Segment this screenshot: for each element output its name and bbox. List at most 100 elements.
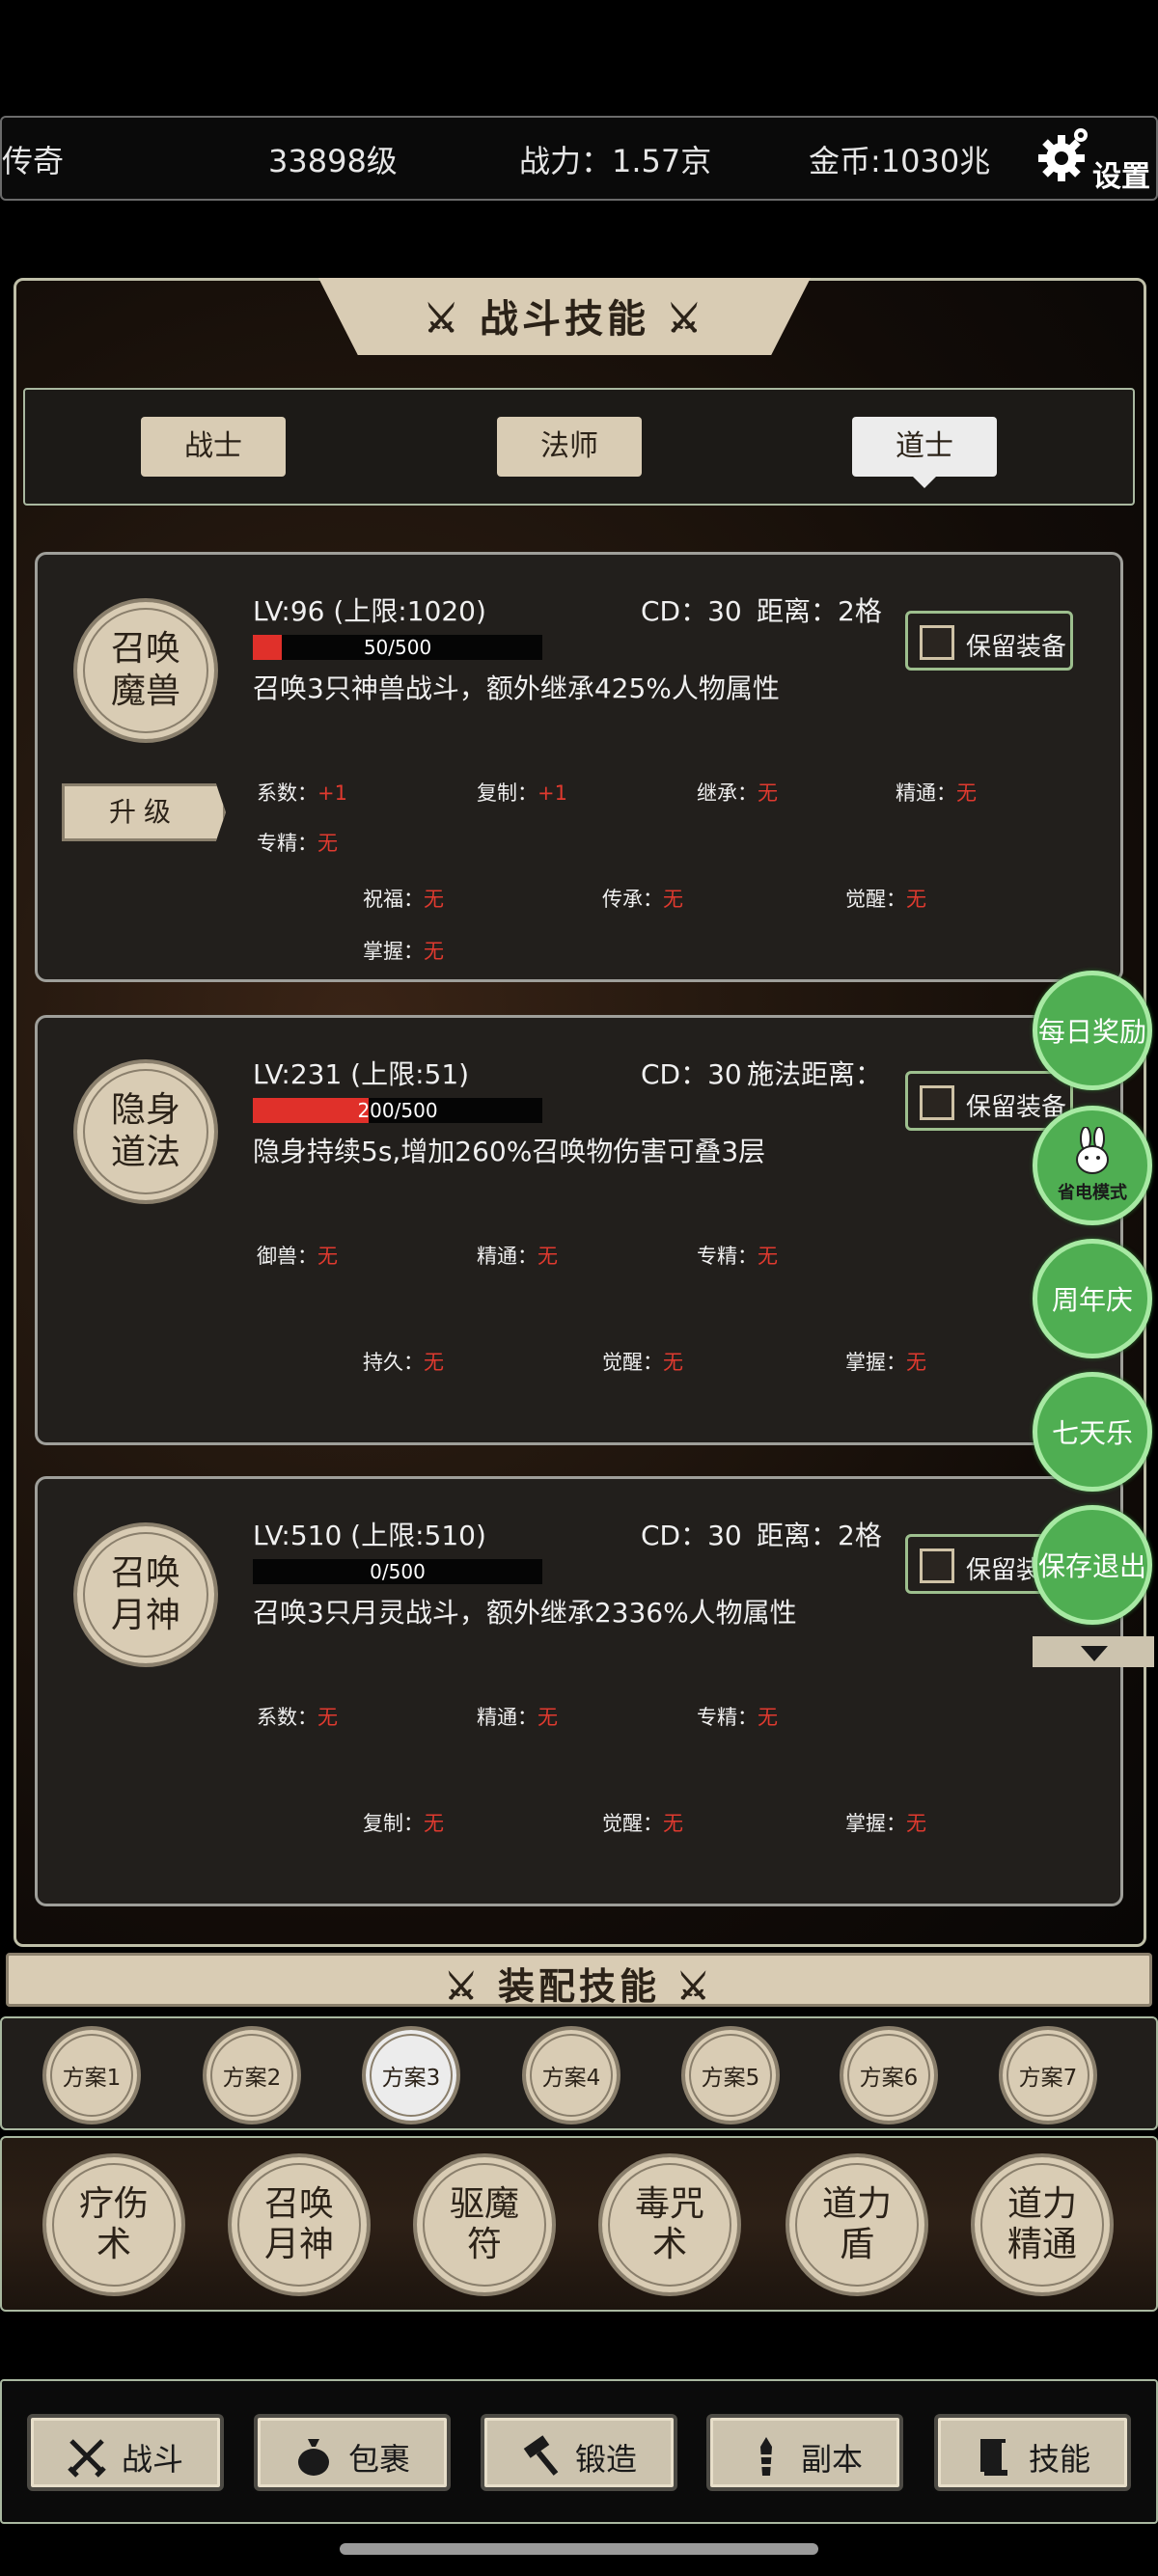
nav-forge-button[interactable]: 锻造 bbox=[481, 2414, 677, 2491]
hammer-icon bbox=[523, 2435, 559, 2476]
upgrade-button[interactable]: 升级 bbox=[62, 783, 226, 841]
plan-label: 方案5 bbox=[701, 2066, 760, 2091]
skill-name-line: 疗伤 bbox=[78, 2184, 149, 2224]
plan-label: 方案2 bbox=[222, 2066, 282, 2091]
skill-name-line: 月神 bbox=[263, 2225, 334, 2264]
skill-name-line: 召唤 bbox=[110, 1553, 180, 1593]
home-indicator[interactable] bbox=[340, 2543, 818, 2555]
skill-exp-bar: 0/500 bbox=[253, 1559, 542, 1584]
attr-key: 祝福： bbox=[363, 888, 424, 911]
battle-skills-title: ⚔ 战斗技能 ⚔ bbox=[424, 296, 705, 342]
attr-value: 无 bbox=[663, 1351, 683, 1374]
attr-key: 掌握： bbox=[845, 1351, 906, 1374]
tab-taoist[interactable]: 道士 bbox=[852, 417, 997, 477]
rabbit-icon bbox=[1076, 1127, 1109, 1174]
equipped-skill-slot[interactable]: 道力 精通 bbox=[971, 2153, 1114, 2296]
attr-value: 无 bbox=[906, 1351, 926, 1374]
equipped-skill-slot[interactable]: 疗伤术 bbox=[42, 2153, 185, 2296]
skill-name-line: 驱魔 bbox=[449, 2184, 519, 2224]
skill-icon-summon-moon[interactable]: 召唤 月神 bbox=[73, 1522, 218, 1667]
attr-key: 掌握： bbox=[363, 940, 424, 963]
plan-4-button[interactable]: 方案4 bbox=[522, 2026, 620, 2124]
nav-label: 副本 bbox=[801, 2441, 864, 2478]
skill-description: 隐身持续5s,增加260%召唤物伤害可叠3层 bbox=[253, 1136, 766, 1167]
plan-1-button[interactable]: 方案1 bbox=[42, 2026, 141, 2124]
attr-key: 掌握： bbox=[845, 1812, 906, 1835]
attr-key: 精通： bbox=[477, 1245, 538, 1268]
skill-range: 距离：2格 bbox=[757, 595, 882, 627]
player-level: 33898级 bbox=[268, 143, 398, 179]
keep-equipment-checkbox[interactable] bbox=[920, 625, 954, 660]
equipped-skill-slot[interactable]: 道力盾 bbox=[786, 2153, 928, 2296]
plan-label: 方案3 bbox=[381, 2066, 441, 2091]
chevron-down-icon[interactable] bbox=[1081, 1646, 1108, 1661]
attr-value: 无 bbox=[424, 940, 444, 963]
equipped-skill-slot[interactable]: 驱魔符 bbox=[413, 2153, 556, 2296]
active-tab-indicator bbox=[911, 475, 938, 488]
equipped-skill-slot[interactable]: 召唤 月神 bbox=[228, 2153, 371, 2296]
settings-button[interactable]: 设置 bbox=[1092, 152, 1150, 195]
skill-attr: 掌握：无 bbox=[845, 1808, 926, 1837]
tower-icon bbox=[758, 2437, 774, 2476]
anniversary-button[interactable]: 周年庆 bbox=[1033, 1239, 1152, 1358]
skill-attr: 觉醒：无 bbox=[845, 884, 926, 913]
skill-name-line: 道力 bbox=[1006, 2184, 1077, 2224]
skill-range: 施法距离： bbox=[747, 1058, 883, 1090]
attr-value: 无 bbox=[317, 1706, 338, 1729]
attr-value: 无 bbox=[956, 781, 977, 805]
skill-exp-text: 50/500 bbox=[363, 636, 432, 659]
daily-reward-button[interactable]: 每日奖励 bbox=[1033, 971, 1152, 1090]
nav-dungeon-button[interactable]: 副本 bbox=[706, 2414, 903, 2491]
plan-label: 方案6 bbox=[859, 2066, 919, 2091]
power-save-button[interactable]: 省电模式 bbox=[1033, 1106, 1152, 1225]
skill-attr: 专精：无 bbox=[697, 1702, 778, 1731]
attr-value: 无 bbox=[317, 1245, 338, 1268]
skill-exp-text: 0/500 bbox=[370, 1560, 426, 1583]
nav-label: 技能 bbox=[1029, 2441, 1091, 2478]
attr-value: +1 bbox=[317, 781, 347, 805]
daily-reward-label: 每日奖励 bbox=[1037, 1016, 1146, 1048]
tab-warrior[interactable]: 战士 bbox=[141, 417, 286, 477]
plan-5-button[interactable]: 方案5 bbox=[681, 2026, 780, 2124]
plan-7-button[interactable]: 方案7 bbox=[999, 2026, 1097, 2124]
attr-key: 精通： bbox=[477, 1706, 538, 1729]
nav-bag-button[interactable]: 包裹 bbox=[254, 2414, 451, 2491]
plan-label: 方案1 bbox=[62, 2066, 122, 2091]
skill-name-line: 召唤 bbox=[263, 2184, 334, 2224]
attr-value: 无 bbox=[906, 1812, 926, 1835]
tab-mage[interactable]: 法师 bbox=[497, 417, 642, 477]
skill-attr: 系数：+1 bbox=[257, 778, 347, 807]
skill-attr: 复制：无 bbox=[363, 1808, 444, 1837]
attr-key: 传承： bbox=[602, 888, 663, 911]
skill-exp-text: 200/500 bbox=[357, 1099, 438, 1122]
keep-equipment-checkbox[interactable] bbox=[920, 1085, 954, 1120]
keep-equipment-toggle[interactable]: 保留装备 bbox=[905, 1071, 1073, 1131]
skill-name-line: 隐身 bbox=[110, 1090, 180, 1130]
nav-battle-button[interactable]: 战斗 bbox=[27, 2414, 224, 2491]
skill-attr: 掌握：无 bbox=[845, 1347, 926, 1376]
skill-name-line: 术 bbox=[651, 2225, 687, 2264]
keep-equipment-toggle[interactable]: 保留装备 bbox=[905, 611, 1073, 671]
seven-days-button[interactable]: 七天乐 bbox=[1033, 1372, 1152, 1492]
attr-value: 无 bbox=[317, 832, 338, 855]
nav-label: 战斗 bbox=[122, 2441, 184, 2478]
gold-amount: 金币:1030兆 bbox=[809, 143, 991, 179]
equipped-skill-slot[interactable]: 毒咒术 bbox=[598, 2153, 741, 2296]
skill-range: 距离：2格 bbox=[757, 1520, 882, 1551]
skill-icon-summon-beast[interactable]: 召唤 魔兽 bbox=[73, 598, 218, 743]
plan-3-button[interactable]: 方案3 bbox=[362, 2026, 460, 2124]
attr-key: 继承： bbox=[697, 781, 758, 805]
skill-name-line: 盾 bbox=[839, 2225, 874, 2264]
plan-6-button[interactable]: 方案6 bbox=[840, 2026, 938, 2124]
nav-skills-button[interactable]: 技能 bbox=[934, 2414, 1131, 2491]
skill-level: LV:510 (上限:510) bbox=[253, 1520, 486, 1551]
keep-equipment-checkbox[interactable] bbox=[920, 1548, 954, 1583]
skill-name-line: 符 bbox=[466, 2225, 502, 2264]
skill-icon-stealth[interactable]: 隐身 道法 bbox=[73, 1059, 218, 1204]
plan-2-button[interactable]: 方案2 bbox=[203, 2026, 301, 2124]
equip-skills-title: ⚔ 装配技能 ⚔ bbox=[444, 1964, 714, 2008]
gear-icon[interactable] bbox=[1033, 125, 1090, 183]
attr-key: 专精： bbox=[697, 1706, 758, 1729]
skill-attr: 复制：+1 bbox=[477, 778, 567, 807]
save-exit-button[interactable]: 保存退出 bbox=[1033, 1505, 1152, 1625]
